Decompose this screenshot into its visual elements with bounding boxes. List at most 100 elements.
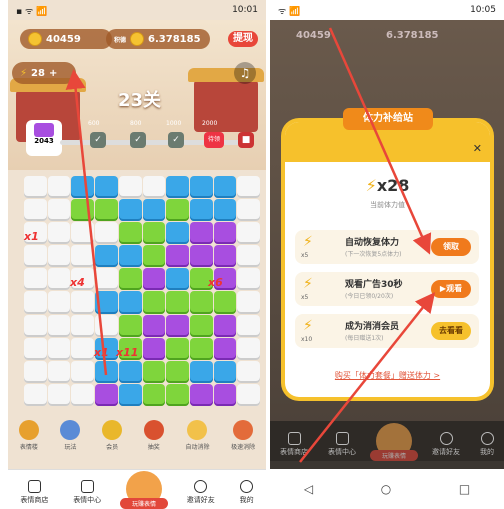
tile[interactable] <box>24 291 47 314</box>
back-icon[interactable]: ◁ <box>304 482 313 496</box>
tile[interactable] <box>47 314 71 337</box>
tile[interactable] <box>71 176 95 199</box>
tile[interactable] <box>237 360 260 383</box>
tile[interactable] <box>213 337 237 360</box>
tile[interactable] <box>142 268 166 291</box>
tile[interactable] <box>237 383 260 406</box>
tile[interactable] <box>24 360 47 383</box>
member-button[interactable]: 去看看 <box>431 322 471 340</box>
tile[interactable] <box>95 245 118 268</box>
tile[interactable] <box>166 268 189 291</box>
claim-button[interactable]: 领取 <box>431 238 471 256</box>
tile[interactable] <box>237 245 260 268</box>
tile[interactable] <box>95 360 118 383</box>
nav-emoji-shop[interactable]: 表情商店 <box>280 432 308 457</box>
tile[interactable] <box>189 314 213 337</box>
tile[interactable] <box>95 222 118 245</box>
tile[interactable] <box>189 245 213 268</box>
tile[interactable] <box>71 383 95 406</box>
tile[interactable] <box>24 314 47 337</box>
nav-emoji-center[interactable]: 表情中心 <box>73 480 101 505</box>
tile[interactable] <box>237 222 260 245</box>
tile[interactable] <box>71 314 95 337</box>
tile[interactable] <box>118 176 142 199</box>
tile[interactable] <box>237 291 260 314</box>
tile[interactable] <box>166 291 189 314</box>
tile[interactable] <box>24 268 47 291</box>
tile[interactable] <box>189 199 213 222</box>
tile[interactable] <box>47 337 71 360</box>
tile[interactable] <box>213 199 237 222</box>
tool-gameplay[interactable]: 玩法 <box>60 420 81 462</box>
tile[interactable] <box>213 291 237 314</box>
tile[interactable] <box>47 360 71 383</box>
tile[interactable] <box>24 383 47 406</box>
energy-button[interactable]: ⚡ 28 + <box>12 62 76 84</box>
recents-icon[interactable]: □ <box>459 482 470 496</box>
tile[interactable] <box>142 314 166 337</box>
tile[interactable] <box>95 199 118 222</box>
tile[interactable] <box>71 291 95 314</box>
nav-invite[interactable]: 邀请好友 <box>187 480 215 505</box>
tile[interactable] <box>71 245 95 268</box>
tile[interactable] <box>142 199 166 222</box>
tile[interactable] <box>189 176 213 199</box>
tile[interactable] <box>142 222 166 245</box>
tile[interactable] <box>24 176 47 199</box>
tile[interactable] <box>189 337 213 360</box>
tile[interactable] <box>189 222 213 245</box>
tile[interactable] <box>142 337 166 360</box>
nav-emoji-center[interactable]: 表情中心 <box>328 432 356 457</box>
close-icon[interactable]: ✕ <box>473 142 482 155</box>
tile[interactable] <box>189 360 213 383</box>
tile[interactable] <box>189 383 213 406</box>
tile[interactable] <box>213 383 237 406</box>
tile[interactable] <box>166 245 189 268</box>
tile[interactable] <box>47 245 71 268</box>
tile[interactable] <box>71 360 95 383</box>
tool-member[interactable]: 会员 <box>102 420 123 462</box>
tile[interactable] <box>213 360 237 383</box>
tile[interactable] <box>47 222 71 245</box>
tile[interactable] <box>95 383 118 406</box>
tile[interactable] <box>118 314 142 337</box>
tile[interactable] <box>118 245 142 268</box>
buy-package-link[interactable]: 购买「体力套餐」赠送体力 > <box>285 370 490 381</box>
tile[interactable] <box>24 337 47 360</box>
tile[interactable] <box>95 176 118 199</box>
music-icon[interactable]: ♫ <box>234 62 256 84</box>
tile[interactable] <box>142 176 166 199</box>
tile[interactable] <box>71 199 95 222</box>
tile[interactable] <box>142 383 166 406</box>
tile[interactable] <box>118 268 142 291</box>
tile[interactable] <box>166 360 189 383</box>
tile[interactable] <box>237 176 260 199</box>
tile[interactable] <box>237 314 260 337</box>
tile[interactable] <box>47 176 71 199</box>
tile[interactable] <box>95 268 118 291</box>
milestone-badge[interactable]: 待领 <box>204 132 224 148</box>
tool-auto-clear[interactable]: 自动消除 <box>185 420 209 462</box>
tile[interactable] <box>118 199 142 222</box>
home-icon[interactable]: ○ <box>381 482 391 496</box>
withdraw-button[interactable]: 提现 <box>228 31 258 47</box>
tile[interactable] <box>71 222 95 245</box>
tile[interactable] <box>95 291 118 314</box>
tile[interactable] <box>166 176 189 199</box>
tile[interactable] <box>71 337 95 360</box>
tile[interactable] <box>24 245 47 268</box>
tile[interactable] <box>189 291 213 314</box>
tile[interactable] <box>47 291 71 314</box>
tile[interactable] <box>166 314 189 337</box>
nav-me[interactable]: 我的 <box>480 432 494 457</box>
tile[interactable] <box>47 268 71 291</box>
tile[interactable] <box>166 337 189 360</box>
tile[interactable] <box>213 314 237 337</box>
tile[interactable] <box>95 314 118 337</box>
nav-me[interactable]: 我的 <box>240 480 254 505</box>
tile[interactable] <box>24 199 47 222</box>
tile[interactable] <box>237 199 260 222</box>
puzzle-grid[interactable] <box>24 176 260 406</box>
tool-emoji-tower[interactable]: 表情楼 <box>18 420 39 462</box>
tile[interactable] <box>47 199 71 222</box>
